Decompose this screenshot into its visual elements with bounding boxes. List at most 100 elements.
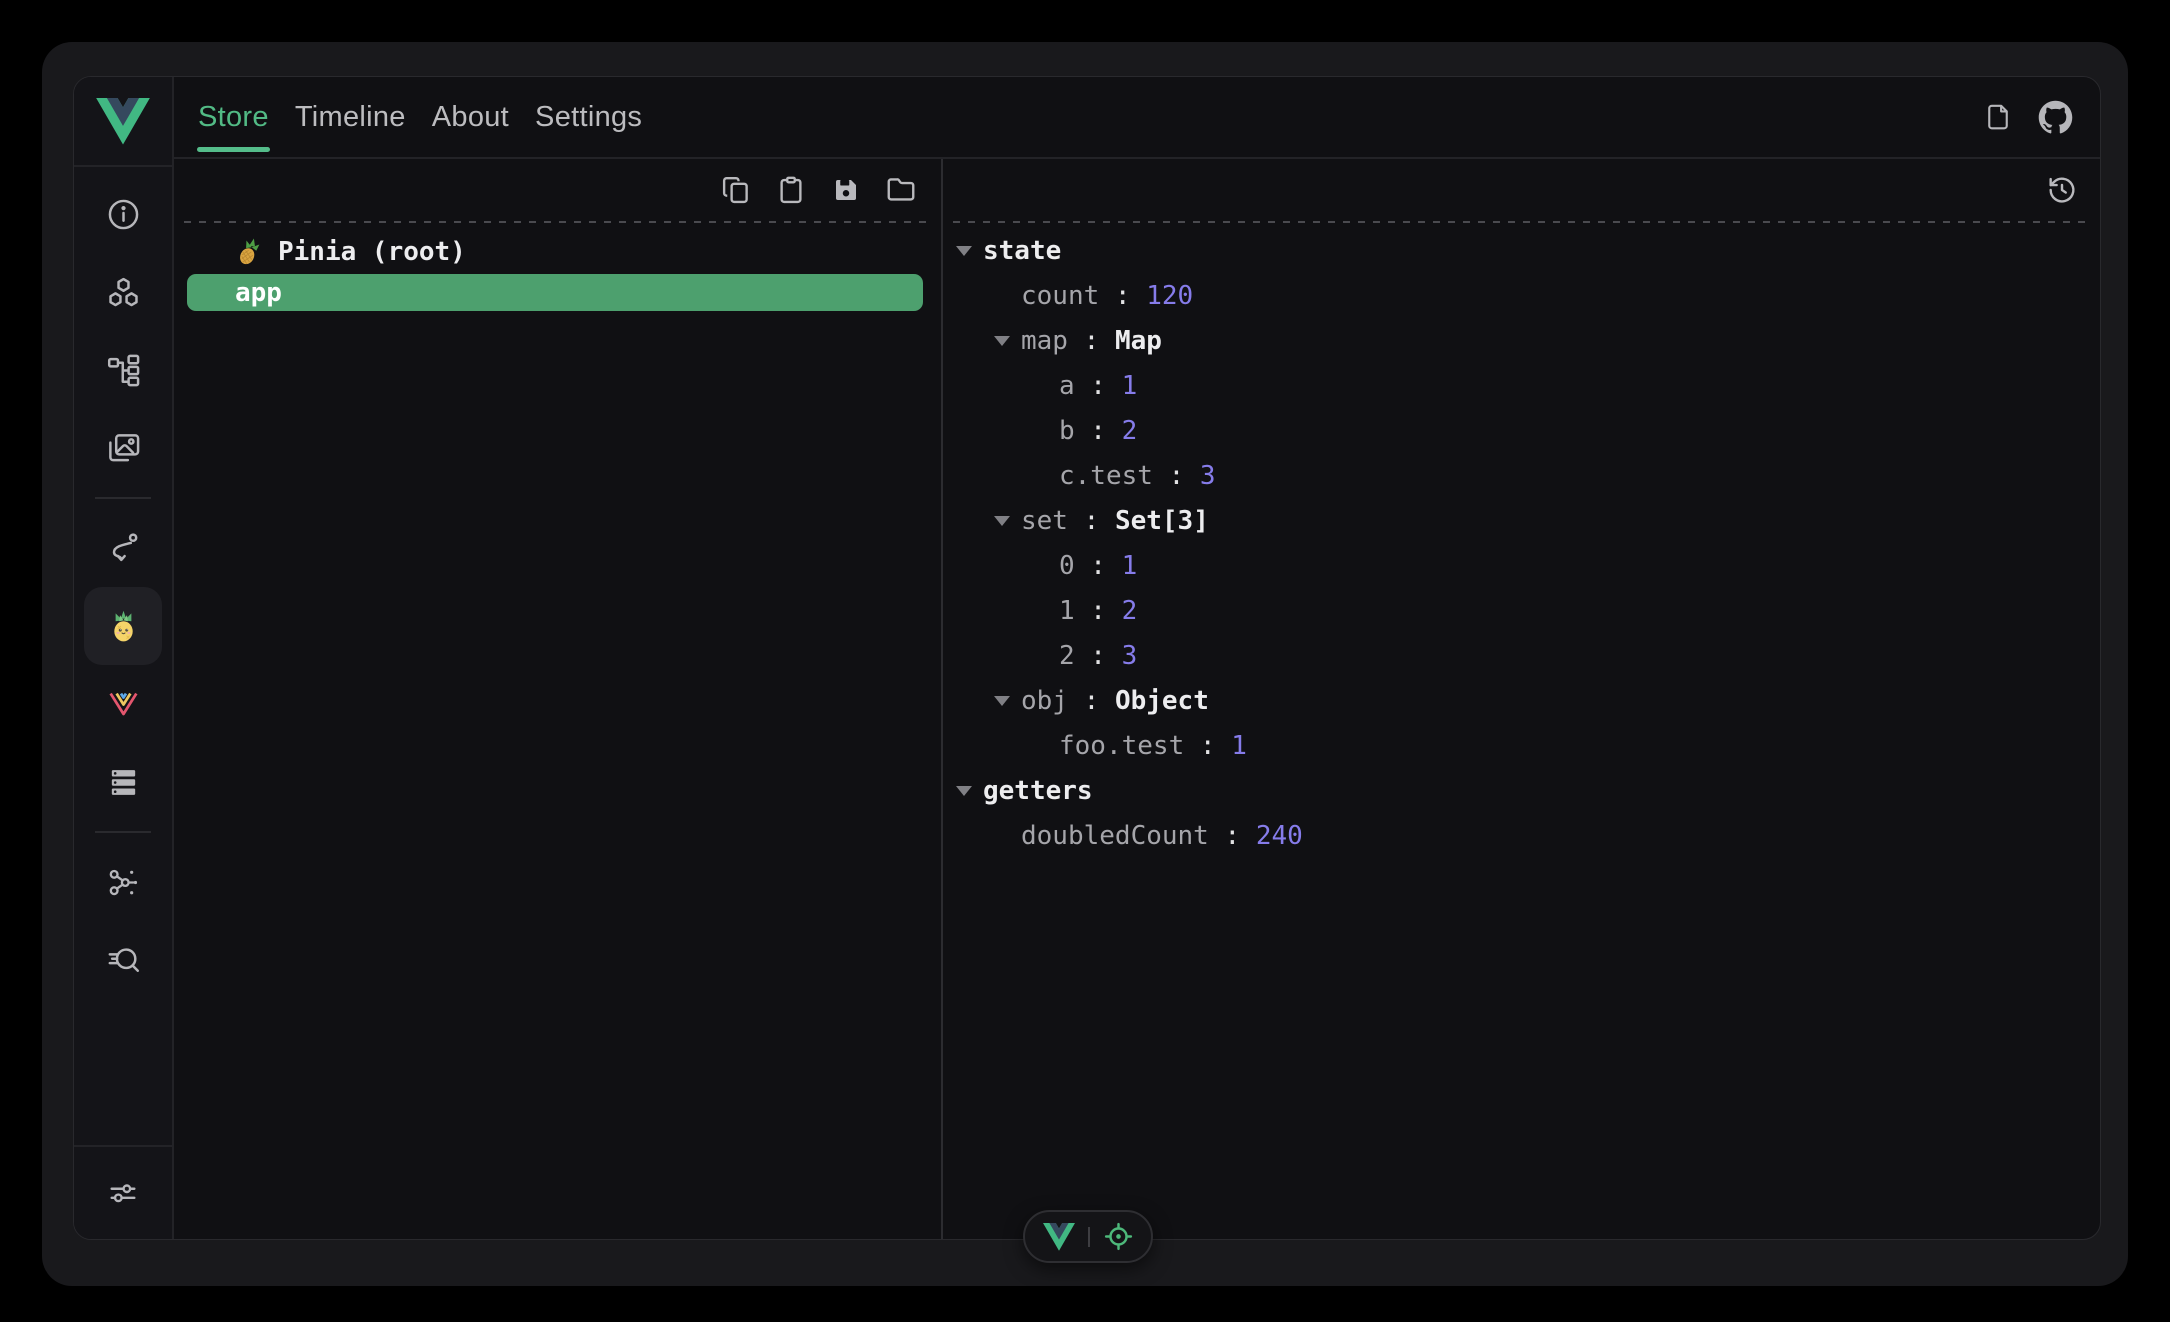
- tab-settings[interactable]: Settings: [534, 77, 643, 157]
- vue-devtools-toggle[interactable]: [1043, 1223, 1075, 1251]
- tree-row-getters[interactable]: getters: [943, 768, 2100, 813]
- tree-row-map[interactable]: map : Map: [943, 318, 2100, 363]
- collapse-arrow-icon[interactable]: [994, 696, 1021, 706]
- state-value: 2: [1122, 596, 1138, 626]
- sidebar-item-router-routes[interactable]: [84, 509, 162, 587]
- collapse-arrow-icon[interactable]: [994, 516, 1021, 526]
- state-value: 240: [1256, 821, 1303, 851]
- tab-about[interactable]: About: [431, 77, 510, 157]
- state-key: 2: [1059, 641, 1075, 671]
- inspect-element-button[interactable]: [1103, 1221, 1134, 1252]
- state-key: doubledCount: [1021, 821, 1209, 851]
- state-value: 120: [1146, 281, 1193, 311]
- state-toolbar: [943, 159, 2100, 221]
- sidebar-item-inspector[interactable]: [84, 921, 162, 999]
- key-value-separator: :: [1099, 281, 1146, 311]
- tab-label: About: [432, 101, 509, 134]
- inspector-search-icon: [106, 943, 141, 978]
- tab-label: Settings: [535, 101, 642, 134]
- state-key: 1: [1059, 596, 1075, 626]
- state-value: Set[3]: [1115, 506, 1209, 536]
- store-toolbar: [174, 159, 941, 221]
- github-icon: [2038, 100, 2073, 135]
- sidebar-item-settings[interactable]: [74, 1145, 172, 1239]
- tree-row-doubledCount[interactable]: doubledCount : 240: [943, 813, 2100, 858]
- store-list-panel: Pinia (root) app: [174, 159, 943, 1239]
- sidebar-item-servers[interactable]: [84, 743, 162, 821]
- devtools-window: Store Timeline About Settings: [42, 42, 2128, 1286]
- tree-row-2[interactable]: 2 : 3: [943, 633, 2100, 678]
- top-header: Store Timeline About Settings: [174, 77, 2100, 159]
- key-value-separator: :: [1075, 641, 1122, 671]
- vue-logo-icon: [96, 98, 150, 145]
- tree-row-0[interactable]: 0 : 1: [943, 543, 2100, 588]
- sidebar-item-components[interactable]: [84, 253, 162, 331]
- state-tree: state count : 120map : Mapa : 1b : 2c.tes…: [943, 223, 2100, 858]
- tree-row-b[interactable]: b : 2: [943, 408, 2100, 453]
- copy-state-button[interactable]: [721, 175, 751, 205]
- info-icon: [106, 197, 141, 232]
- tab-timeline[interactable]: Timeline: [294, 77, 407, 157]
- route-icon: [106, 531, 141, 566]
- paste-state-button[interactable]: [776, 175, 806, 205]
- save-state-button[interactable]: [831, 175, 861, 205]
- sidebar-item-overview[interactable]: [84, 175, 162, 253]
- state-inspector-panel: state count : 120map : Mapa : 1b : 2c.tes…: [943, 159, 2100, 1239]
- vue-logo: [74, 77, 172, 167]
- state-key: foo.test: [1059, 731, 1184, 761]
- tree-row-a[interactable]: a : 1: [943, 363, 2100, 408]
- components-icon: [106, 275, 141, 310]
- state-key: map: [1021, 326, 1068, 356]
- sidebar-item-pages[interactable]: [84, 331, 162, 409]
- state-key: obj: [1021, 686, 1068, 716]
- store-row-app[interactable]: app: [187, 274, 923, 311]
- collapse-arrow-icon[interactable]: [956, 786, 983, 796]
- store-name: app: [235, 278, 282, 308]
- github-button[interactable]: [2038, 100, 2073, 135]
- vue-devtools-app: Store Timeline About Settings: [73, 76, 2101, 1240]
- settings-sliders-icon: [106, 1176, 140, 1210]
- sidebar-item-pinia[interactable]: [84, 587, 162, 665]
- vue-logo-icon: [1043, 1223, 1075, 1251]
- inspect-target-icon: [1103, 1221, 1134, 1252]
- state-value: 1: [1231, 731, 1247, 761]
- key-value-separator: :: [1075, 596, 1122, 626]
- store-root-row[interactable]: Pinia (root): [174, 232, 941, 272]
- assets-icon: [106, 431, 141, 466]
- pinia-pineapple-icon: [106, 609, 141, 644]
- tree-row-state[interactable]: state: [943, 228, 2100, 273]
- tree-row-foo.test[interactable]: foo.test : 1: [943, 723, 2100, 768]
- key-value-separator: :: [1184, 731, 1231, 761]
- stores-tree: Pinia (root) app: [174, 223, 941, 311]
- key-value-separator: :: [1075, 551, 1122, 581]
- sidebar-item-assets[interactable]: [84, 409, 162, 487]
- tree-row-set[interactable]: set : Set[3]: [943, 498, 2100, 543]
- sidebar-item-graph[interactable]: [84, 843, 162, 921]
- floating-toolbar-pill: [1023, 1210, 1153, 1263]
- state-value: 1: [1122, 371, 1138, 401]
- document-icon: [1983, 102, 2013, 132]
- collapse-arrow-icon[interactable]: [994, 336, 1021, 346]
- tab-store[interactable]: Store: [197, 77, 270, 157]
- key-value-separator: :: [1075, 371, 1122, 401]
- tree-row-c.test[interactable]: c.test : 3: [943, 453, 2100, 498]
- sidebar-nav: [74, 167, 172, 999]
- history-button[interactable]: [2046, 174, 2078, 206]
- state-value: 1: [1122, 551, 1138, 581]
- docs-button[interactable]: [1983, 102, 2013, 132]
- tree-row-obj[interactable]: obj : Object: [943, 678, 2100, 723]
- tree-row-count[interactable]: count : 120: [943, 273, 2100, 318]
- open-file-button[interactable]: [886, 175, 916, 205]
- tree-row-1[interactable]: 1 : 2: [943, 588, 2100, 633]
- store-root-label: Pinia (root): [278, 237, 466, 267]
- key-value-separator: :: [1153, 461, 1200, 491]
- collapse-arrow-icon[interactable]: [956, 246, 983, 256]
- section-label: state: [983, 236, 1061, 266]
- sidebar-item-vue-router[interactable]: [84, 665, 162, 743]
- state-value: 2: [1122, 416, 1138, 446]
- key-value-separator: :: [1075, 416, 1122, 446]
- content-row: Pinia (root) app: [174, 159, 2100, 1239]
- pineapple-icon: [231, 234, 267, 270]
- key-value-separator: :: [1068, 326, 1115, 356]
- servers-icon: [106, 765, 141, 800]
